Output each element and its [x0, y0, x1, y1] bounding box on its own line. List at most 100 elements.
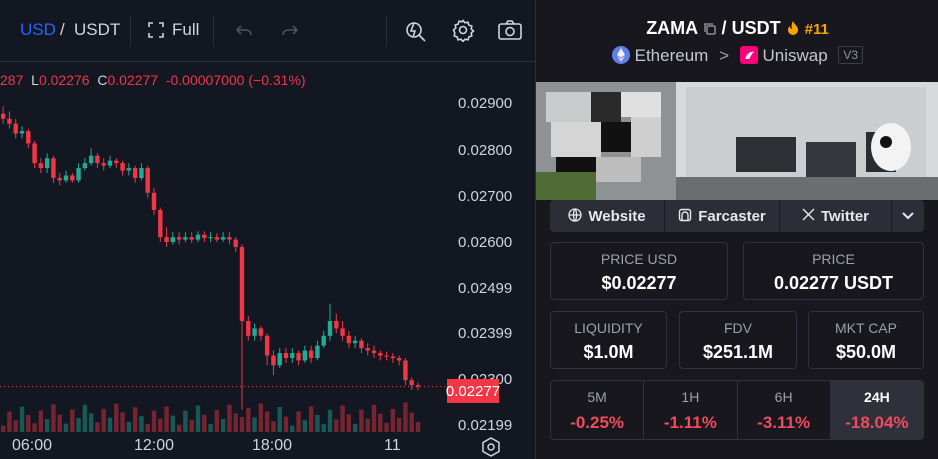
volume-bar	[70, 409, 75, 432]
candle-body	[277, 353, 282, 366]
candle-body	[290, 353, 295, 358]
chart-toolbar: USD / USDT Full	[0, 0, 535, 62]
candle-body	[396, 358, 402, 361]
price-tick: 0.02600	[458, 234, 513, 251]
volume-bar	[183, 410, 188, 432]
tab-6h[interactable]: 6H -3.11%	[738, 381, 831, 439]
tab-1h[interactable]: 1H -1.11%	[644, 381, 738, 439]
undo-icon[interactable]	[228, 14, 260, 46]
volume-bar	[378, 413, 383, 432]
price-usd-label: PRICE USD	[600, 251, 678, 267]
candle-body	[271, 355, 276, 366]
quote-symbol: USDT	[731, 18, 781, 38]
candle-body	[189, 237, 194, 240]
candle-body	[114, 160, 119, 164]
volume-bar	[371, 404, 377, 432]
volume-bar	[403, 402, 408, 432]
twitter-button[interactable]: Twitter	[780, 200, 892, 232]
chevron-right-icon: >	[719, 46, 729, 65]
candle-body	[170, 237, 176, 243]
tab-label: 1H	[681, 389, 700, 405]
chart-settings-icon[interactable]	[480, 436, 502, 459]
gear-icon[interactable]	[447, 14, 479, 46]
candle-body	[101, 163, 106, 166]
candle-body	[145, 168, 150, 193]
volume-bar	[340, 405, 345, 432]
candle-body	[233, 239, 238, 247]
volume-bar	[214, 409, 220, 432]
quick-search-icon[interactable]	[400, 14, 432, 46]
volume-bar	[233, 413, 238, 432]
volume-bar	[44, 419, 50, 432]
redo-icon[interactable]	[274, 14, 306, 46]
globe-icon	[568, 207, 583, 225]
tab-label: 24H	[864, 389, 890, 405]
tab-24h[interactable]: 24H -18.04%	[830, 381, 923, 439]
fullscreen-icon[interactable]	[140, 14, 172, 46]
candle-body	[107, 160, 113, 166]
market-cap-box[interactable]: MKT CAP $50.0M	[808, 311, 924, 369]
candle-body	[227, 237, 232, 240]
candle-body	[76, 168, 81, 181]
liquidity-label: LIQUIDITY	[574, 320, 643, 336]
pair-slash: /	[721, 18, 727, 38]
camera-icon[interactable]	[494, 14, 526, 46]
price-tick: 0.02800	[458, 142, 513, 159]
more-links-button[interactable]	[892, 200, 924, 232]
candle-body	[315, 345, 320, 358]
candle-body	[158, 210, 163, 238]
flame-icon	[786, 20, 800, 41]
copy-icon[interactable]	[703, 20, 717, 41]
chevron-down-icon	[901, 208, 915, 225]
fullscreen-button[interactable]: Full	[172, 20, 199, 40]
fdv-box[interactable]: FDV $251.1M	[679, 311, 797, 369]
volume-bar	[258, 403, 264, 432]
volume-bar	[227, 404, 232, 432]
volume-bar	[415, 421, 421, 432]
current-price-tag: 0.02277	[446, 379, 500, 403]
website-button[interactable]: Website	[550, 200, 665, 232]
volume-bar	[38, 410, 44, 432]
price-axis[interactable]: 0.02900 0.02800 0.02700 0.02600 0.02499 …	[445, 62, 535, 434]
volume-bar	[246, 407, 251, 432]
volume-bar	[51, 404, 56, 432]
chain-link[interactable]: Ethereum	[635, 46, 709, 65]
quote-usd-toggle[interactable]: USD	[20, 20, 56, 40]
candle-body	[308, 350, 314, 358]
volume-bar	[176, 424, 182, 432]
quote-separator: /	[60, 20, 65, 39]
candle-body	[44, 158, 50, 169]
market-cap-label: MKT CAP	[835, 320, 897, 336]
toolbar-divider	[386, 14, 387, 46]
volume-bar	[158, 418, 163, 432]
candle-body	[120, 163, 125, 171]
time-axis[interactable]: 06:00 12:00 18:00 11	[0, 432, 535, 459]
volume-bar	[63, 423, 69, 432]
volume-bar	[170, 415, 176, 432]
candle-body	[26, 131, 31, 144]
tab-change-value: -3.11%	[757, 413, 811, 432]
volume-bar	[13, 420, 18, 432]
volume-bar	[26, 415, 31, 432]
volume-bar	[132, 407, 138, 432]
volume-bar	[352, 423, 358, 432]
volume-bar	[327, 409, 333, 432]
volume-bar	[107, 417, 113, 432]
farcaster-button[interactable]: Farcaster	[665, 200, 780, 232]
candle-body	[359, 340, 364, 349]
volume-bar	[7, 411, 12, 432]
candle-body	[296, 353, 301, 361]
volume-bar	[321, 424, 326, 432]
dex-link[interactable]: Uniswap	[762, 46, 827, 65]
trending-rank[interactable]: #11	[805, 21, 829, 38]
price-quote-label: PRICE	[812, 251, 855, 267]
tab-5m[interactable]: 5M -0.25%	[551, 381, 645, 439]
volume-bar	[271, 421, 276, 432]
candle-body	[252, 328, 257, 336]
candle-body	[164, 237, 169, 243]
candle-body	[70, 175, 75, 181]
quote-usdt-toggle[interactable]: USDT	[74, 20, 120, 40]
candlestick-chart[interactable]	[0, 62, 445, 432]
website-label: Website	[588, 207, 646, 225]
candle-body	[7, 118, 12, 124]
